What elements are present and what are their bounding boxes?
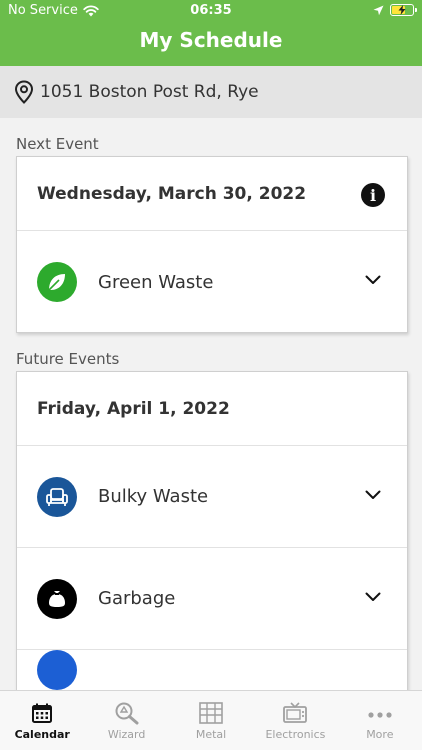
tab-label: Electronics (265, 728, 326, 741)
event-date: Friday, April 1, 2022 (37, 398, 230, 419)
event-date-row: Friday, April 1, 2022 (17, 372, 407, 446)
event-date: Wednesday, March 30, 2022 (37, 183, 307, 204)
chevron-down-icon[interactable] (365, 592, 381, 602)
clock: 06:35 (190, 3, 232, 18)
tab-label: Calendar (14, 728, 70, 741)
tab-bar: Calendar Wizard Metal Electronics More (0, 690, 422, 750)
chevron-down-icon[interactable] (365, 275, 381, 285)
address-label: 1051 Boston Post Rd, Rye (40, 82, 259, 102)
garbage-bag-icon (49, 590, 65, 607)
tv-icon (283, 702, 308, 723)
charging-bolt-icon (398, 5, 406, 15)
future-events-heading: Future Events (16, 350, 120, 368)
event-name: Garbage (98, 588, 176, 609)
event-name: Green Waste (98, 271, 214, 293)
page-title: My Schedule (139, 28, 283, 52)
future-events-card: Friday, April 1, 2022 Bulky Waste Garbag… (16, 371, 408, 701)
event-row-garbage[interactable]: Garbage (17, 548, 407, 650)
location-pin-icon (14, 80, 34, 104)
recycling-badge (37, 650, 77, 690)
tab-metal[interactable]: Metal (169, 691, 253, 750)
bulky-waste-badge (37, 476, 77, 517)
tab-label: More (366, 728, 394, 741)
event-name: Bulky Waste (98, 486, 209, 507)
armchair-icon (46, 487, 68, 506)
tab-electronics[interactable]: Electronics (253, 691, 337, 750)
leaf-icon (48, 274, 65, 291)
magnifier-recycle-icon (115, 702, 139, 725)
location-arrow-icon (373, 5, 384, 15)
tab-label: Wizard (107, 728, 146, 741)
event-date-row: Wednesday, March 30, 2022 i (17, 157, 407, 231)
address-bar[interactable]: 1051 Boston Post Rd, Rye (0, 66, 422, 118)
tab-more[interactable]: More (338, 691, 422, 750)
chevron-down-icon[interactable] (365, 490, 381, 500)
header-bar: No Service 06:35 My Schedule (0, 0, 422, 66)
tab-calendar[interactable]: Calendar (0, 691, 84, 750)
more-dots-icon (368, 712, 392, 718)
status-bar: No Service 06:35 (0, 0, 422, 22)
event-row-bulky-waste[interactable]: Bulky Waste (17, 446, 407, 548)
next-event-card: Wednesday, March 30, 2022 i Green Waste (16, 156, 408, 333)
metal-icon (199, 702, 223, 724)
battery-icon (390, 4, 417, 16)
calendar-icon (32, 703, 53, 723)
tab-label: Metal (195, 728, 227, 741)
event-row-green-waste[interactable]: Green Waste (17, 231, 407, 333)
status-right (373, 4, 417, 16)
garbage-badge (37, 578, 77, 619)
tab-wizard[interactable]: Wizard (84, 691, 168, 750)
info-icon[interactable]: i (361, 183, 385, 207)
next-event-heading: Next Event (16, 135, 99, 153)
green-waste-badge (37, 262, 77, 302)
